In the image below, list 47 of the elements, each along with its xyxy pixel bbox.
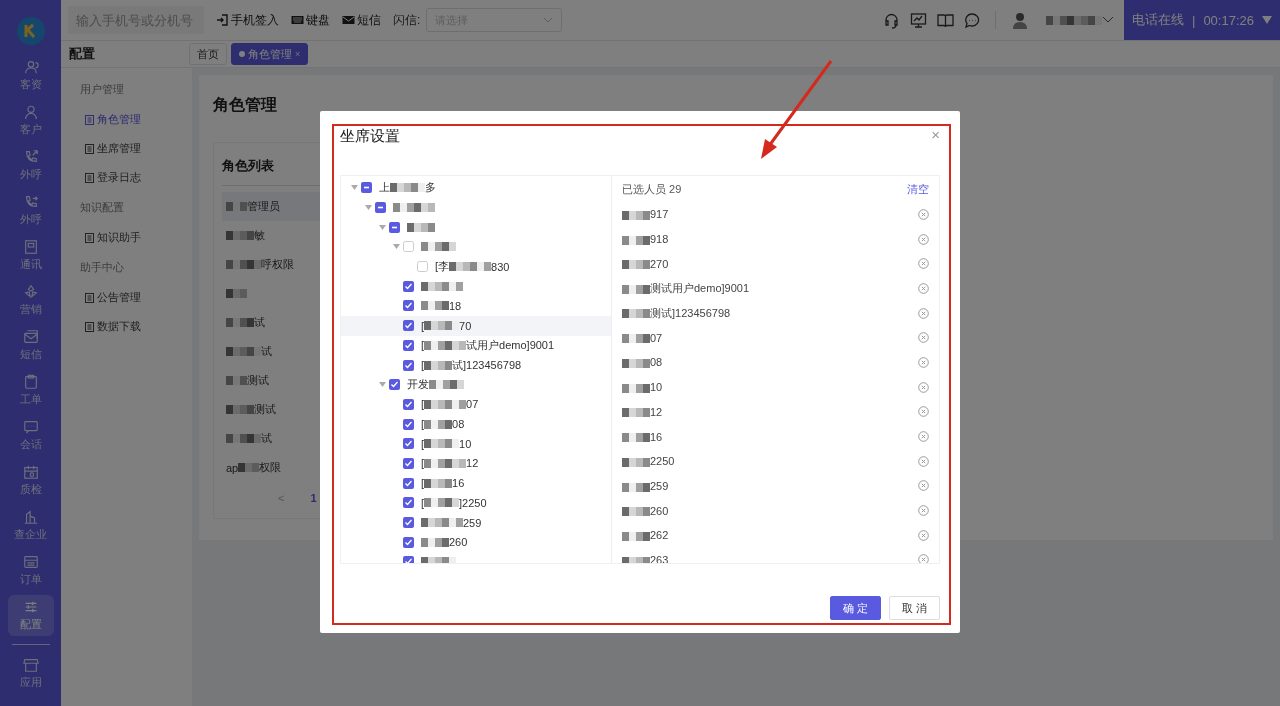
tree-label: 10 <box>459 437 472 450</box>
separator: | <box>1192 12 1196 28</box>
tree-label: 16 <box>452 477 465 490</box>
module-title: 配置 <box>68 45 96 63</box>
menu-group: 助手中心 <box>61 252 192 283</box>
tree-label: [ <box>421 437 425 450</box>
menu-group: 知识配置 <box>61 192 192 223</box>
tree-label: 12 <box>466 457 479 470</box>
selected-item: 270 <box>650 257 669 270</box>
selected-item: 262 <box>650 529 669 542</box>
selected-item: 10 <box>650 381 663 394</box>
tree-label: [ <box>421 319 425 332</box>
tree-label: ]2250 <box>459 496 487 509</box>
tree-label: 07 <box>466 398 479 411</box>
tree-label: [ <box>421 496 425 509</box>
tree-label: [ <box>421 398 425 411</box>
selected-item: 12 <box>650 405 663 418</box>
tree-label: 259 <box>463 516 482 529</box>
tree-label: [ <box>421 457 425 470</box>
dialog-title: 坐席设置 <box>340 127 400 146</box>
tree-label: 试用户demo]9001 <box>466 337 555 353</box>
menu-group: 用户管理 <box>61 74 192 105</box>
selected-item: 2250 <box>650 455 675 468</box>
tree-label: 08 <box>452 418 465 431</box>
selected-item: 260 <box>650 504 669 517</box>
tree-label: [ <box>421 477 425 490</box>
tree-label: 70 <box>459 319 472 332</box>
tree-label: 开发 <box>407 377 429 393</box>
selected-item: 测试用户demo]9001 <box>650 281 750 294</box>
tree-label: [ <box>421 418 425 431</box>
tree-label: 试]123456798 <box>452 357 522 373</box>
field-label: 闪信: <box>393 11 421 29</box>
tree-label: 830 <box>491 260 510 273</box>
tree-label: [李 <box>435 259 450 275</box>
selected-item: 08 <box>650 356 663 369</box>
page-title: 角色管理 <box>213 95 278 115</box>
call-timer: 00:17:26 <box>1203 12 1254 28</box>
selected-item: 07 <box>650 331 663 344</box>
selected-item: 917 <box>650 208 669 221</box>
tree-label: 260 <box>449 536 468 549</box>
tree-label: 18 <box>449 299 462 312</box>
selected-item: 测试]123456798 <box>650 306 731 319</box>
tree-label: [ <box>421 339 425 352</box>
selected-item: 918 <box>650 233 669 246</box>
selected-item: 16 <box>650 430 663 443</box>
selected-item: 259 <box>650 479 669 492</box>
tree-label: [ <box>421 359 425 372</box>
